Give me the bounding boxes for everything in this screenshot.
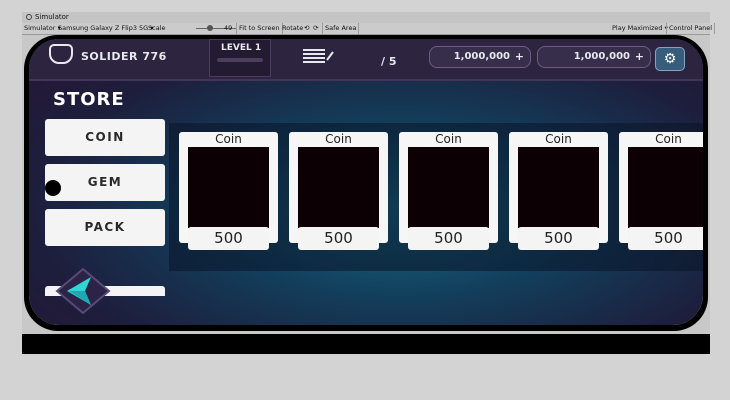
- window-title: Simulator: [35, 13, 69, 21]
- store-title: STORE: [53, 89, 125, 110]
- level-progress-bar: [217, 58, 263, 62]
- store-item-card[interactable]: Coin 500: [619, 132, 703, 250]
- tab-coin[interactable]: COIN: [45, 119, 165, 156]
- resource-counter-1: 1,000,000 +: [429, 46, 531, 68]
- scale-value: 49: [224, 24, 233, 32]
- store-item-card[interactable]: Coin 500: [289, 132, 388, 250]
- play-mode-dropdown[interactable]: Play Maximized ▾: [612, 23, 668, 34]
- item-price-button[interactable]: 500: [628, 227, 703, 250]
- count-label: / 5: [381, 55, 397, 68]
- simulator-window: Simulator Simulator ▾ Samsung Galaxy Z F…: [22, 12, 716, 354]
- game-view: SOLIDER 776 LEVEL 1 / 5 1,000,000 + 1,00…: [29, 39, 703, 325]
- fit-to-screen-button[interactable]: Fit to Screen: [236, 23, 283, 34]
- simulator-icon: [26, 14, 32, 20]
- item-name: Coin: [545, 132, 572, 146]
- store-item-card[interactable]: Coin 500: [399, 132, 498, 250]
- add-resource-2-button[interactable]: +: [635, 47, 644, 67]
- store-item-card[interactable]: Coin 500: [509, 132, 608, 250]
- item-price-button[interactable]: 500: [188, 227, 269, 250]
- device-label: Samsung Galaxy Z Flip3 5G: [58, 24, 149, 32]
- item-image: [408, 147, 489, 228]
- add-resource-1-button[interactable]: +: [515, 47, 524, 67]
- scale-slider-handle[interactable]: [207, 25, 213, 31]
- item-price-button[interactable]: 500: [408, 227, 489, 250]
- tab-pack[interactable]: PACK: [45, 209, 165, 246]
- rotate-right-icon[interactable]: ⟳: [313, 23, 318, 34]
- store-items-panel[interactable]: Coin 500 Coin 500 Coin 500 Coin 500 Coin…: [169, 123, 703, 271]
- rotate-label: Rotate: [282, 24, 304, 32]
- item-price-button[interactable]: 500: [518, 227, 599, 250]
- back-arrow-icon[interactable]: [53, 267, 113, 317]
- item-name: Coin: [435, 132, 462, 146]
- device-frame: SOLIDER 776 LEVEL 1 / 5 1,000,000 + 1,00…: [24, 35, 708, 331]
- item-price-button[interactable]: 500: [298, 227, 379, 250]
- tab-gem[interactable]: GEM: [45, 164, 165, 201]
- resource-1-value: 1,000,000: [453, 51, 510, 62]
- resource-counter-2: 1,000,000 +: [537, 46, 651, 68]
- item-name: Coin: [215, 132, 242, 146]
- rotate-left-icon[interactable]: ⟲: [304, 23, 309, 34]
- item-image: [298, 147, 379, 228]
- simulator-viewport: SOLIDER 776 LEVEL 1 / 5 1,000,000 + 1,00…: [22, 35, 710, 354]
- play-mode-label: Play Maximized: [612, 24, 663, 32]
- gear-icon[interactable]: ⚙: [655, 47, 685, 71]
- viewport-bottom-bar: [22, 334, 710, 354]
- selection-indicator: [45, 180, 61, 196]
- level-label: LEVEL 1: [221, 43, 262, 53]
- item-name: Coin: [325, 132, 352, 146]
- top-hud: SOLIDER 776 LEVEL 1 / 5 1,000,000 + 1,00…: [29, 39, 703, 81]
- simulator-toolbar: Simulator ▾ Samsung Galaxy Z Flip3 5G ▾ …: [22, 23, 716, 35]
- store-item-card[interactable]: Coin 500: [179, 132, 278, 250]
- avatar-icon[interactable]: [49, 44, 73, 64]
- device-screen: SOLIDER 776 LEVEL 1 / 5 1,000,000 + 1,00…: [29, 39, 703, 325]
- item-image: [518, 147, 599, 228]
- resource-2-value: 1,000,000: [573, 51, 630, 62]
- quest-list-icon[interactable]: [301, 48, 335, 64]
- mode-dropdown[interactable]: Simulator ▾: [24, 23, 61, 34]
- item-image: [188, 147, 269, 228]
- item-name: Coin: [655, 132, 682, 146]
- window-titlebar: Simulator: [22, 12, 710, 23]
- mode-label: Simulator: [24, 24, 56, 32]
- device-dropdown[interactable]: Samsung Galaxy Z Flip3 5G ▾: [58, 23, 154, 34]
- item-image: [628, 147, 703, 228]
- control-panel-button[interactable]: Control Panel: [666, 23, 716, 34]
- scale-label: Scale: [148, 24, 166, 32]
- player-name: SOLIDER 776: [81, 50, 167, 63]
- safe-area-button[interactable]: Safe Area: [322, 23, 360, 34]
